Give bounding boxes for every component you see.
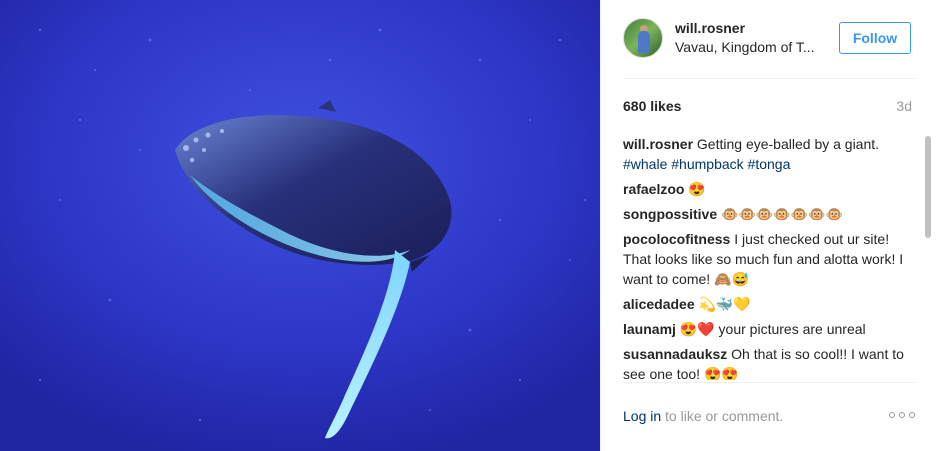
comment-username[interactable]: launamj <box>623 321 676 337</box>
post-sidebar: will.rosner Vavau, Kingdom of T... Follo… <box>600 0 936 451</box>
comment-text: 😍❤️ your pictures are unreal <box>679 321 866 337</box>
comment-text: 🐵🐵🐵🐵🐵🐵🐵 <box>721 206 844 222</box>
post-header: will.rosner Vavau, Kingdom of T... Follo… <box>601 0 936 78</box>
comment-item: alicedadee 💫🐳💛 <box>623 294 915 314</box>
comment-item: susannadauksz Oh that is so cool!! I wan… <box>623 344 915 380</box>
humpback-whale-image <box>0 0 600 451</box>
comment-username[interactable]: alicedadee <box>623 296 695 312</box>
comment-username[interactable]: pocolocofitness <box>623 231 730 247</box>
post-location[interactable]: Vavau, Kingdom of T... <box>675 39 827 55</box>
post-footer: Log in to like or comment. <box>601 384 936 451</box>
comment-username[interactable]: susannadauksz <box>623 346 727 362</box>
dot-icon <box>889 412 895 418</box>
follow-button[interactable]: Follow <box>839 22 911 54</box>
post-username[interactable]: will.rosner <box>675 20 745 36</box>
post-time[interactable]: 3d <box>896 98 912 114</box>
instagram-post: will.rosner Vavau, Kingdom of T... Follo… <box>0 0 936 451</box>
hashtag-link[interactable]: #humpback <box>671 156 743 172</box>
dot-icon <box>909 412 915 418</box>
header-divider <box>623 78 915 79</box>
comment-text: 😍 <box>688 181 706 197</box>
hashtag-link[interactable]: #whale <box>623 156 667 172</box>
footer-divider <box>623 382 915 383</box>
comment-item: launamj 😍❤️ your pictures are unreal <box>623 319 915 339</box>
login-prompt: Log in to like or comment. <box>623 408 783 424</box>
caption-username[interactable]: will.rosner <box>623 136 693 152</box>
comment-item: pocolocofitness I just checked out ur si… <box>623 229 915 289</box>
comment-text: 💫🐳💛 <box>698 296 751 312</box>
comment-username[interactable]: rafaelzoo <box>623 181 684 197</box>
comment-item: songpossitive 🐵🐵🐵🐵🐵🐵🐵 <box>623 204 915 224</box>
caption-text: Getting eye-balled by a giant. <box>696 136 880 152</box>
post-photo[interactable] <box>0 0 600 451</box>
login-link[interactable]: Log in <box>623 408 661 424</box>
comments-list: will.rosner Getting eye-balled by a gian… <box>623 134 915 380</box>
comments-scrollbar[interactable] <box>925 136 931 238</box>
caption: will.rosner Getting eye-balled by a gian… <box>623 134 915 174</box>
avatar[interactable] <box>623 18 663 58</box>
likes-count[interactable]: 680 likes <box>623 98 681 114</box>
more-horizontal-icon[interactable] <box>889 410 915 420</box>
comment-item: rafaelzoo 😍 <box>623 179 915 199</box>
comment-username[interactable]: songpossitive <box>623 206 717 222</box>
avatar-figure <box>638 31 650 53</box>
dot-icon <box>899 412 905 418</box>
hashtag-link[interactable]: #tonga <box>748 156 791 172</box>
login-suffix: to like or comment. <box>661 408 784 424</box>
